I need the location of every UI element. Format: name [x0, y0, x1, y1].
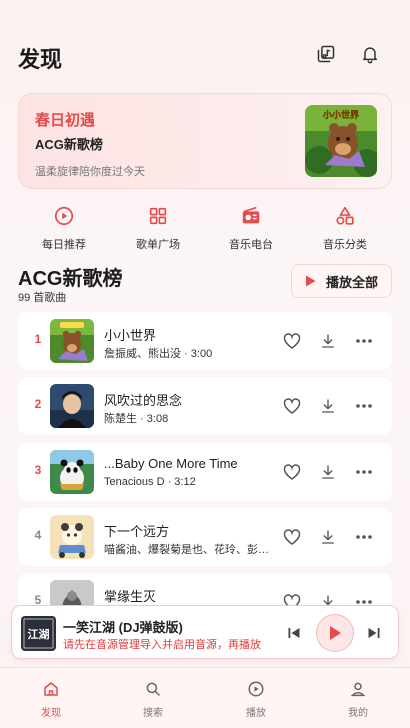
- tab-label: 我的: [348, 708, 368, 719]
- more-icon[interactable]: [352, 525, 376, 549]
- heart-icon[interactable]: [280, 394, 304, 418]
- heart-icon[interactable]: [280, 329, 304, 353]
- play-all-label: 播放全部: [325, 274, 378, 290]
- heart-icon[interactable]: [280, 460, 304, 484]
- player-cover-text: 江湖: [28, 627, 50, 641]
- player-cover: 江湖: [21, 616, 56, 651]
- tab-search[interactable]: 搜索: [102, 668, 204, 728]
- song-rank: 4: [34, 528, 42, 542]
- play-circle-icon: [54, 206, 74, 226]
- song-rank: 3: [34, 463, 42, 477]
- tab-discover[interactable]: 发现: [0, 668, 102, 728]
- song-title: ...Baby One More Time: [104, 456, 238, 471]
- heart-icon[interactable]: [280, 525, 304, 549]
- tab-label: 搜索: [143, 708, 163, 719]
- banner-title: 春日初遇: [35, 112, 96, 129]
- song-title: 风吹过的思念: [104, 393, 183, 408]
- song-title: 小小世界: [104, 328, 157, 343]
- search-icon: [146, 682, 160, 696]
- play-icon: [305, 275, 316, 287]
- banner-art-title: 小小世界: [322, 109, 359, 121]
- previous-icon[interactable]: [284, 623, 304, 643]
- download-icon[interactable]: [316, 329, 340, 353]
- more-icon[interactable]: [352, 329, 376, 353]
- quick-music-category[interactable]: 音乐分类: [300, 205, 390, 252]
- radio-icon: [242, 206, 260, 224]
- quick-label: 音乐电台: [229, 239, 273, 251]
- player-song-title: 一笑江湖 (DJ弹鼓版): [63, 620, 183, 635]
- song-cover: [50, 450, 94, 494]
- song-cover: [50, 384, 94, 428]
- grid-icon: [149, 207, 167, 225]
- tab-play[interactable]: 播放: [205, 668, 307, 728]
- song-title: 下一个远方: [104, 524, 170, 539]
- play-icon: [330, 626, 341, 640]
- next-icon[interactable]: [364, 623, 384, 643]
- category-shapes-icon: [336, 206, 354, 225]
- song-row[interactable]: 3 ...Baby One More Time Tenacious D · 3:…: [18, 443, 392, 501]
- player-status: 请先在音源管理导入并启用音源，再播放: [63, 639, 261, 651]
- banner-description: 温柔旋律陪你度过今天: [35, 166, 145, 178]
- song-meta: Tenacious D · 3:12: [104, 476, 196, 488]
- download-icon[interactable]: [316, 394, 340, 418]
- song-row[interactable]: 1 小小世界 詹振威、熊出没 · 3:00: [18, 312, 392, 370]
- more-icon[interactable]: [352, 460, 376, 484]
- quick-music-radio[interactable]: 音乐电台: [206, 205, 296, 252]
- song-rank: 2: [34, 397, 42, 411]
- song-meta: 詹振威、熊出没 · 3:00: [104, 348, 213, 360]
- tab-label: 播放: [246, 708, 266, 719]
- song-title: 掌缘生灭: [104, 589, 157, 604]
- music-library-icon[interactable]: [315, 43, 337, 65]
- bottom-tab-bar: 发现 搜索 播放 我的: [0, 667, 410, 728]
- banner-album-art: 小小世界: [305, 105, 377, 177]
- song-row[interactable]: 4 下一个远方 喵酱油、爆裂菊是也、花玲、彭…: [18, 508, 392, 566]
- quick-daily-recommend[interactable]: 每日推荐: [19, 205, 109, 252]
- tab-label: 发现: [41, 708, 61, 719]
- song-row[interactable]: 2 风吹过的思念 陈楚生 · 3:08: [18, 377, 392, 435]
- play-circle-icon: [248, 681, 264, 697]
- song-meta: 陈楚生 · 3:08: [104, 413, 169, 425]
- home-icon: [44, 682, 58, 696]
- quick-label: 每日推荐: [42, 239, 86, 251]
- chart-title: ACG新歌榜: [18, 268, 123, 290]
- download-icon[interactable]: [316, 460, 340, 484]
- top-header: 发现: [0, 0, 410, 90]
- user-icon: [350, 682, 366, 697]
- quick-label: 歌单广场: [136, 239, 180, 251]
- play-button[interactable]: [316, 614, 354, 652]
- song-cover: [50, 319, 94, 363]
- bell-icon[interactable]: [359, 43, 381, 65]
- download-icon[interactable]: [316, 525, 340, 549]
- play-all-button[interactable]: 播放全部: [291, 264, 392, 298]
- featured-banner[interactable]: 春日初遇 ACG新歌榜 温柔旋律陪你度过今天 小小世界: [18, 93, 392, 189]
- banner-subtitle: ACG新歌榜: [35, 137, 103, 152]
- song-rank: 1: [34, 332, 42, 346]
- song-count: 99 首歌曲: [18, 292, 67, 304]
- quick-label: 音乐分类: [323, 239, 367, 251]
- more-icon[interactable]: [352, 394, 376, 418]
- page-title: 发现: [18, 47, 63, 72]
- song-meta: 喵酱油、爆裂菊是也、花玲、彭…: [104, 544, 269, 556]
- song-cover: [50, 515, 94, 559]
- tab-mine[interactable]: 我的: [307, 668, 409, 728]
- quick-playlist-square[interactable]: 歌单广场: [113, 205, 203, 252]
- mini-player[interactable]: 江湖 一笑江湖 (DJ弹鼓版) 请先在音源管理导入并启用音源，再播放: [11, 605, 399, 659]
